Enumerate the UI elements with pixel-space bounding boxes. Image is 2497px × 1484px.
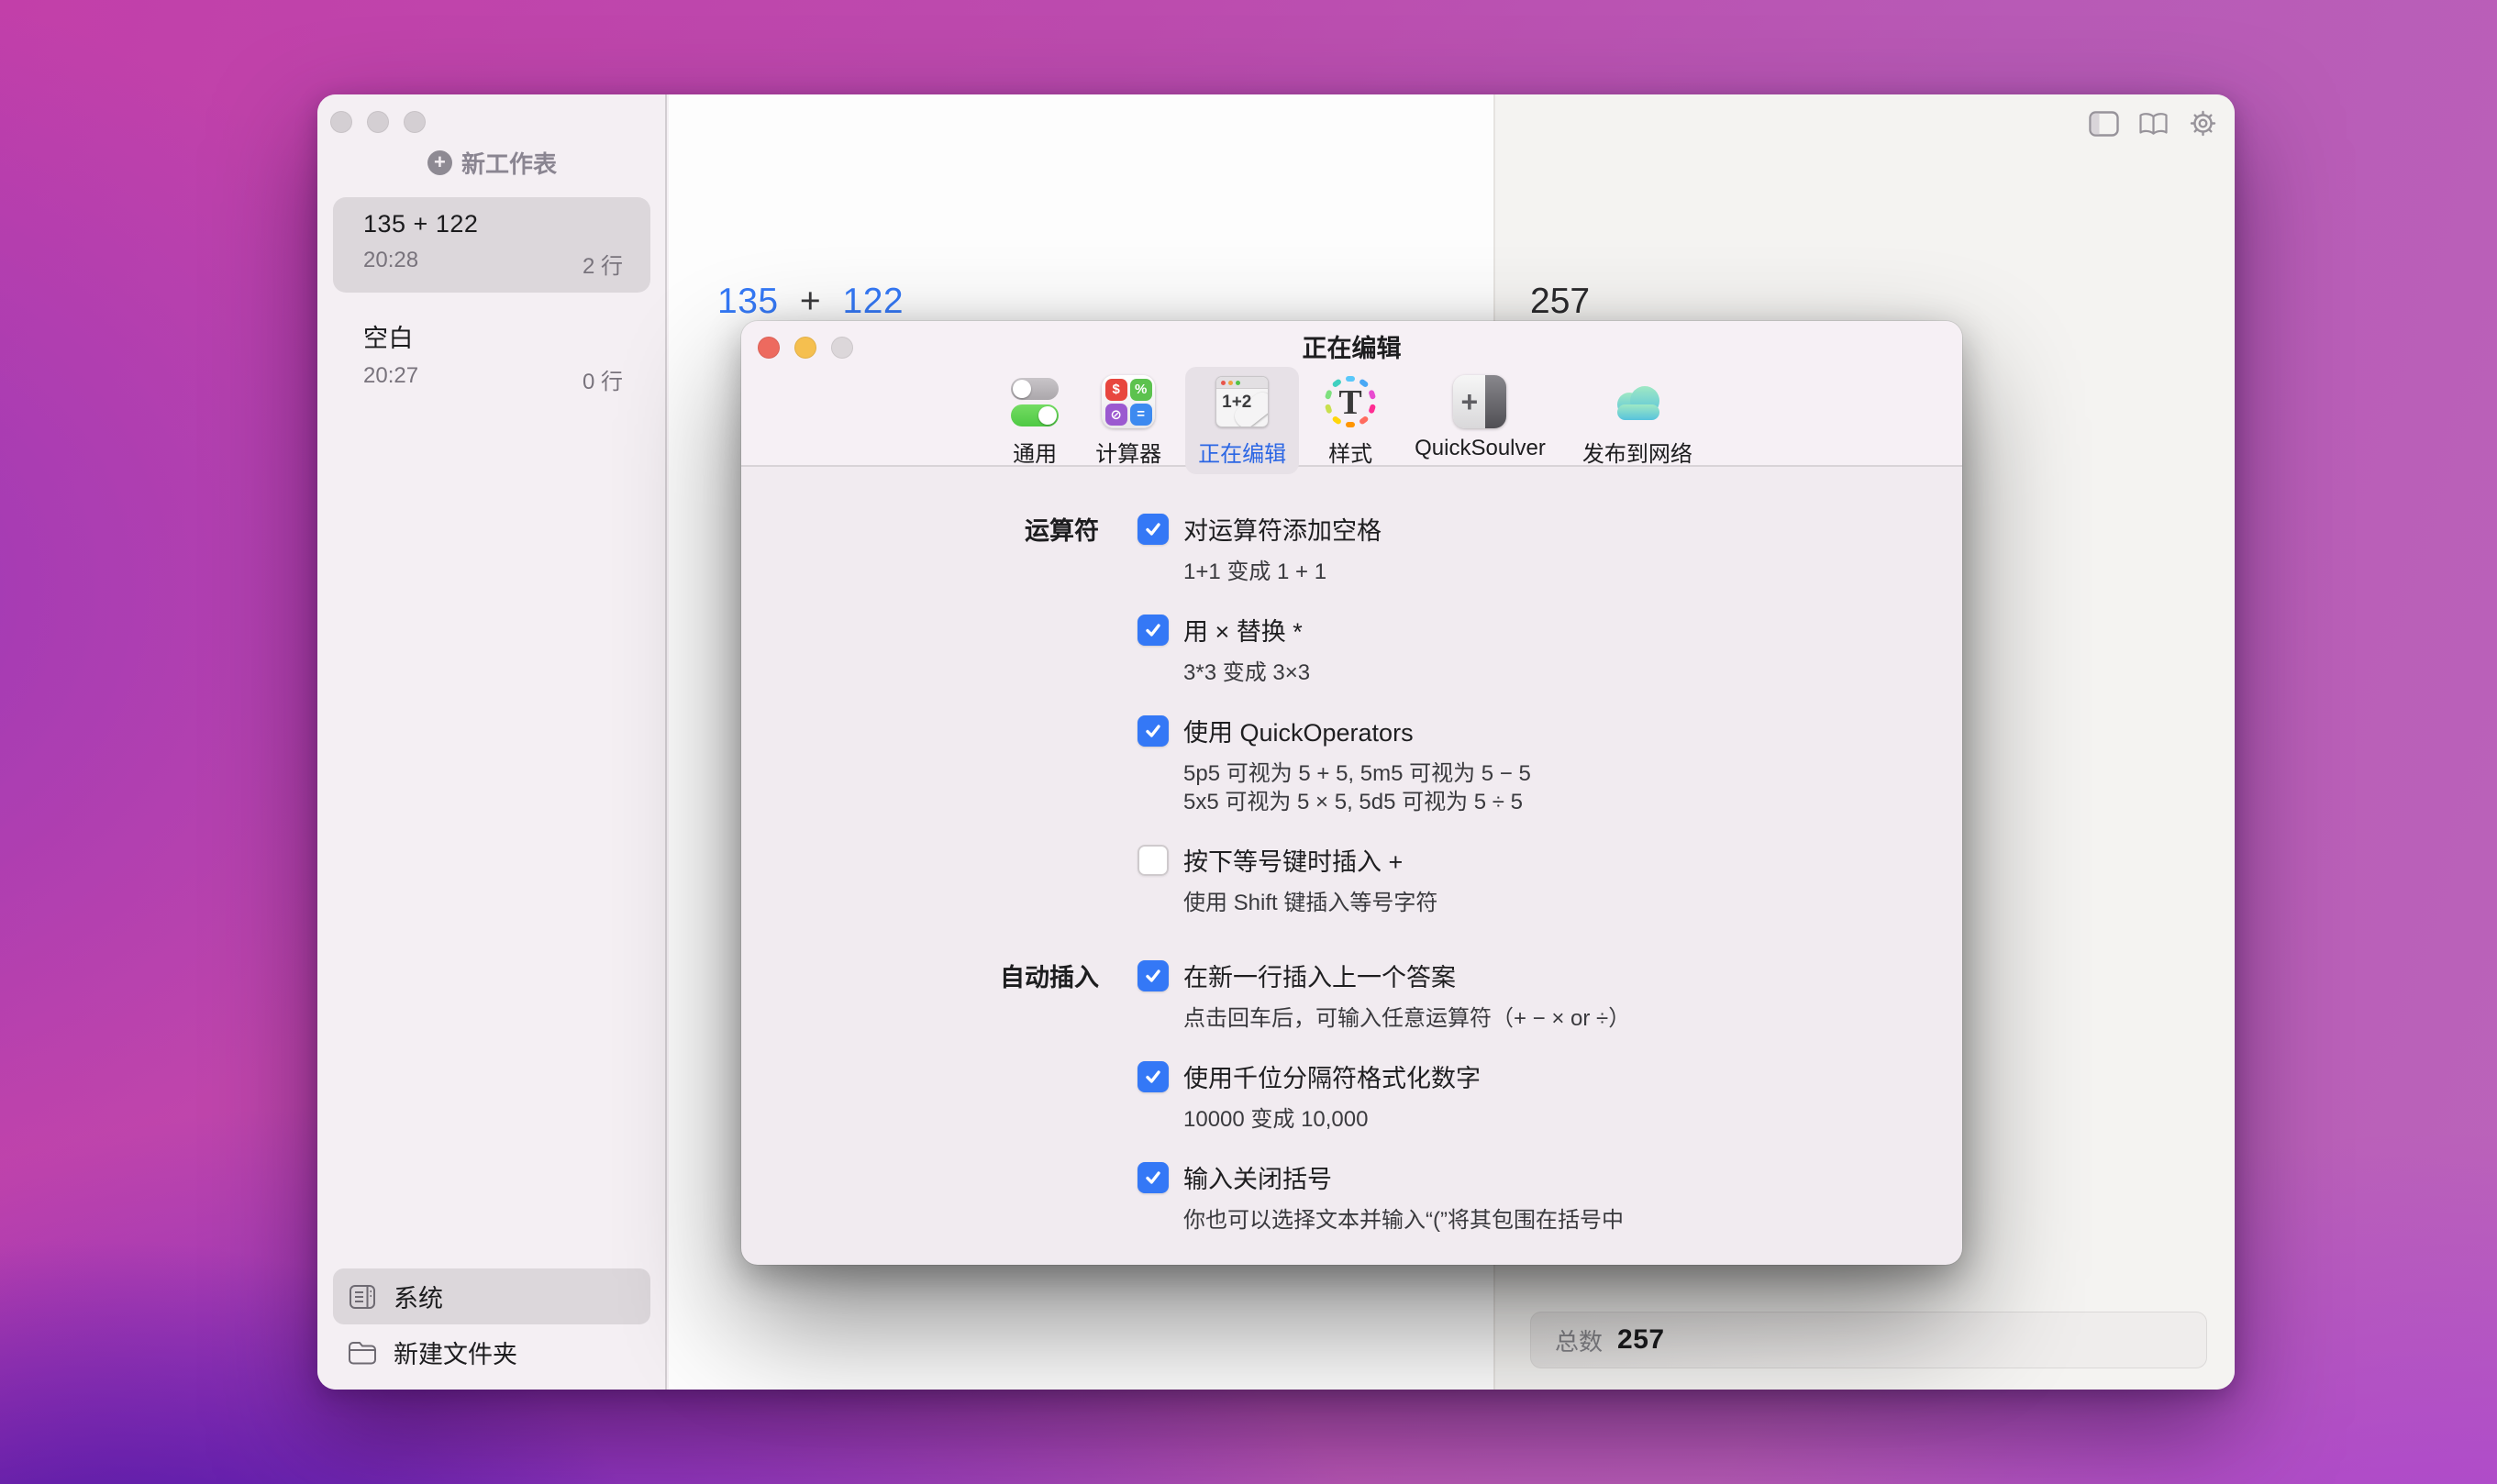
minimize-button[interactable] [367, 111, 389, 133]
pref-row: 输入关闭括号 [741, 1159, 1962, 1195]
styles-icon: T [1323, 374, 1378, 429]
svg-text:T: T [1338, 383, 1361, 422]
preferences-dialog: 正在编辑 通用 $ % [741, 321, 1962, 1265]
preferences-tab-bar: 通用 $ % ⊘ = 计算器 [741, 367, 1962, 466]
expression-operator: + [800, 282, 821, 321]
worksheet-title: 空白 [363, 318, 623, 354]
pref-hint: 1+1 变成 1 + 1 [1183, 558, 1962, 586]
tab-calculator[interactable]: $ % ⊘ = 计算器 [1082, 367, 1174, 474]
dialog-header: 正在编辑 通用 $ % [741, 321, 1962, 467]
pref-row: 使用 QuickOperators [741, 713, 1962, 748]
sidebar-toggle-icon[interactable] [2089, 109, 2119, 138]
tab-quicksoulver[interactable]: + QuickSoulver [1402, 367, 1559, 468]
editing-eraser-icon: 1+2 [1215, 374, 1269, 429]
checkbox-replace-asterisk[interactable] [1138, 615, 1169, 646]
pref-hint: 点击回车后，可输入任意运算符（+ − × or ÷） [1183, 1004, 1962, 1033]
sidebar-item-system[interactable]: 系统 [333, 1268, 650, 1324]
sidebar-footer: 系统 新建文件夹 [333, 1268, 650, 1380]
window-toolbar [2089, 109, 2218, 138]
calculator-icon: $ % ⊘ = [1102, 374, 1155, 429]
checkbox-quickoperators[interactable] [1138, 715, 1169, 747]
pref-row: 使用千位分隔符格式化数字 [741, 1058, 1962, 1094]
tab-general[interactable]: 通用 [998, 367, 1071, 474]
worksheet-title: 135 + 122 [363, 210, 623, 238]
total-bar: 总数 257 [1530, 1312, 2207, 1368]
preferences-content: 运算符 对运算符添加空格 1+1 变成 1 + 1 用 × 替换 * 3*3 变… [741, 469, 1962, 1265]
checkbox-insert-previous-answer[interactable] [1138, 960, 1169, 991]
quicksoulver-icon: + [1453, 374, 1506, 429]
checkbox-equals-inserts-plus[interactable] [1138, 845, 1169, 876]
pref-row: 自动插入 在新一行插入上一个答案 [741, 958, 1962, 993]
expression-number: 135 [717, 282, 779, 321]
answer-value: 257 [1530, 282, 1590, 322]
pref-hint: 10000 变成 10,000 [1183, 1105, 1962, 1134]
section-label: 运算符 [741, 511, 1138, 547]
checkbox-label: 在新一行插入上一个答案 [1183, 958, 1456, 993]
pref-row: 运算符 对运算符添加空格 [741, 511, 1962, 547]
checkbox-close-brackets[interactable] [1138, 1162, 1169, 1193]
expression-line: 135 + 122 [717, 282, 904, 322]
reference-book-icon[interactable] [2138, 109, 2169, 138]
worksheet-time: 20:28 [363, 248, 418, 280]
pref-hint: 使用 Shift 键插入等号字符 [1183, 889, 1962, 917]
checkbox-label: 输入关闭括号 [1183, 1159, 1332, 1195]
settings-gear-icon[interactable] [2188, 109, 2218, 138]
worksheet-sidebar: + 新工作表 135 + 122 20:28 2 行 空白 20:27 0 行 [317, 94, 667, 1390]
worksheet-item[interactable]: 空白 20:27 0 行 [333, 305, 650, 408]
new-worksheet-label: 新工作表 [461, 146, 557, 180]
publish-cloud-icon [1607, 374, 1668, 429]
close-button[interactable] [330, 111, 352, 133]
dialog-title: 正在编辑 [741, 321, 1962, 371]
checkbox-label: 使用千位分隔符格式化数字 [1183, 1058, 1481, 1094]
worksheet-time: 20:27 [363, 363, 418, 395]
checkbox-label: 用 × 替换 * [1183, 612, 1303, 648]
checkbox-add-spaces[interactable] [1138, 514, 1169, 545]
sidebar-item-label: 系统 [394, 1279, 443, 1314]
section-label: 自动插入 [741, 958, 1138, 993]
worksheet-item[interactable]: 135 + 122 20:28 2 行 [333, 197, 650, 293]
tab-editing[interactable]: 1+2 正在编辑 [1185, 367, 1299, 474]
new-worksheet-button[interactable]: + 新工作表 [317, 144, 667, 181]
checkbox-thousands-separator[interactable] [1138, 1061, 1169, 1092]
pref-hint: 5p5 可视为 5 + 5, 5m5 可视为 5 − 5 [1183, 759, 1962, 788]
sidebar-item-label: 新建文件夹 [394, 1334, 517, 1370]
sidebar-item-new-folder[interactable]: 新建文件夹 [333, 1324, 650, 1380]
pref-hint: 你也可以选择文本并输入“(”将其包围在括号中 [1183, 1206, 1962, 1235]
worksheet-list: 135 + 122 20:28 2 行 空白 20:27 0 行 [333, 197, 650, 408]
desktop-background: + 新工作表 135 + 122 20:28 2 行 空白 20:27 0 行 [0, 0, 2497, 1484]
pref-hint: 3*3 变成 3×3 [1183, 659, 1962, 687]
tab-styles[interactable]: T 样式 [1310, 367, 1391, 474]
checkbox-label: 使用 QuickOperators [1183, 713, 1414, 748]
pref-row: 按下等号键时插入 + [741, 842, 1962, 878]
toggles-icon [1011, 374, 1059, 429]
pref-row: 用 × 替换 * [741, 612, 1962, 648]
checkbox-label: 按下等号键时插入 + [1183, 842, 1403, 878]
worksheet-line-count: 0 行 [583, 363, 623, 395]
worksheet-line-count: 2 行 [583, 248, 623, 280]
pref-hint: 5x5 可视为 5 × 5, 5d5 可视为 5 ÷ 5 [1183, 788, 1962, 816]
checkbox-label: 对运算符添加空格 [1183, 511, 1382, 547]
total-label: 总数 [1555, 1323, 1603, 1357]
total-value: 257 [1617, 1324, 1665, 1356]
expression-number: 122 [843, 282, 904, 321]
plus-icon: + [427, 150, 452, 175]
notebook-icon [348, 1283, 377, 1311]
tab-publish-web[interactable]: 发布到网络 [1570, 367, 1705, 474]
folder-icon [348, 1339, 377, 1367]
window-traffic-lights [330, 111, 426, 133]
zoom-button[interactable] [404, 111, 426, 133]
